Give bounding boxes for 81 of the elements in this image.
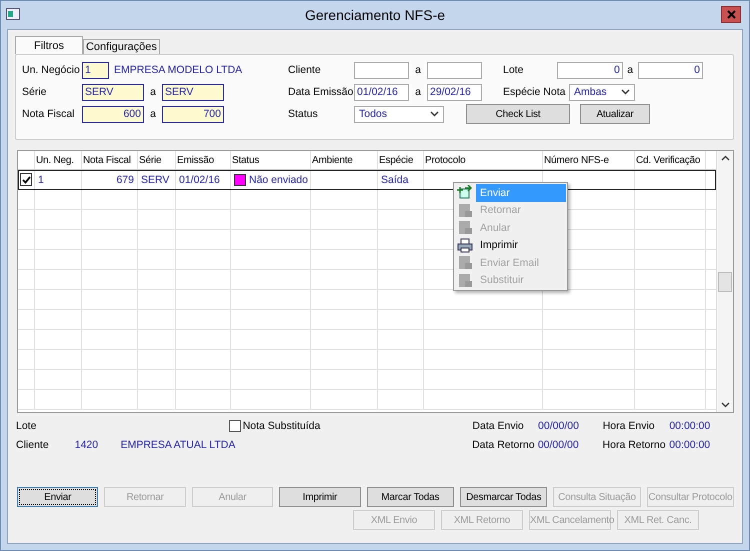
table-cell: SERV [141, 174, 170, 186]
document-icon [457, 220, 473, 236]
field-label: Nota Fiscal [22, 108, 76, 120]
dropdown[interactable]: Ambas [569, 84, 635, 100]
checkbox[interactable] [20, 173, 32, 186]
close-button[interactable] [721, 6, 741, 23]
column-header[interactable]: Protocolo [424, 151, 543, 169]
table-cell: 679 [116, 174, 134, 186]
action-button[interactable]: Atualizar [580, 104, 650, 124]
action-button[interactable]: Imprimir [279, 487, 361, 507]
range-separator: a [414, 86, 422, 98]
printer-icon [457, 238, 473, 253]
tab[interactable]: Filtros [15, 36, 83, 54]
action-button[interactable]: Enviar [17, 487, 98, 507]
field-label: Série [22, 86, 48, 98]
checkbox[interactable] [228, 420, 241, 432]
scrollbar[interactable] [716, 151, 733, 412]
scroll-thumb[interactable] [718, 272, 732, 292]
column-header[interactable]: Cd. Verificação [635, 151, 706, 169]
input-field[interactable] [427, 62, 482, 78]
field-value: 00/00/00 [538, 420, 580, 432]
table-cell: Saída [381, 174, 408, 186]
field-label: Un. Negócio [22, 64, 81, 76]
window-icon [6, 8, 20, 20]
field-label: Data Emissão [288, 86, 354, 98]
field-value: 00:00:00 [669, 438, 712, 450]
input-field[interactable]: 600 [82, 106, 144, 122]
field-label: Hora Envio [602, 420, 656, 432]
input-field[interactable]: 700 [162, 106, 224, 122]
close-icon [726, 10, 736, 19]
field-value: 00:00:00 [669, 420, 712, 432]
table-cell: Não enviado [249, 174, 308, 186]
company-name: EMPRESA MODELO LTDA [114, 64, 242, 76]
field-label: Hora Retorno [602, 438, 667, 450]
action-button[interactable]: Marcar Todas [366, 487, 454, 507]
range-separator: a [626, 64, 634, 76]
column-header[interactable]: Série [138, 151, 176, 169]
action-button[interactable]: Desmarcar Todas [460, 487, 548, 507]
input-field[interactable]: 29/02/16 [427, 84, 482, 100]
input-field[interactable]: SERV [162, 84, 224, 100]
document-icon [457, 272, 473, 288]
input-field[interactable]: 0 [638, 62, 704, 78]
field-label: Lote [16, 420, 38, 432]
field-label: Status [288, 108, 319, 120]
range-separator: a [414, 64, 422, 76]
company-name: EMPRESA ATUAL LTDA [120, 438, 236, 450]
column-header[interactable]: Un. Neg. [35, 151, 82, 169]
column-header[interactable]: Nota Fiscal [82, 151, 138, 169]
column-header[interactable]: Emissão [176, 151, 231, 169]
field-label: Cliente [16, 438, 50, 450]
column-header[interactable]: Status [231, 151, 311, 169]
field-label: Data Envio [472, 420, 525, 432]
table-cell: 01/02/16 [179, 174, 220, 186]
input-field[interactable]: 1 [82, 62, 109, 78]
field-label: Cliente [288, 64, 322, 76]
window-title: Gerenciamento NFS-e [304, 7, 446, 23]
chevron-icon [430, 111, 439, 117]
action-button[interactable]: Check List [466, 104, 570, 124]
input-field[interactable]: 0 [557, 62, 623, 78]
menu-item[interactable]: Imprimir [476, 236, 566, 254]
range-separator: a [149, 86, 157, 98]
checkbox-label: Nota Substituída [242, 420, 320, 432]
field-value: 1420 [74, 438, 100, 450]
range-separator: a [149, 108, 157, 120]
field-label: Lote [503, 64, 524, 76]
document-icon [457, 255, 473, 270]
send-icon [457, 185, 473, 200]
field-value: 00/00/00 [538, 438, 580, 450]
field-label: Espécie Nota [503, 86, 566, 98]
input-field[interactable]: 01/02/16 [354, 84, 409, 100]
chevron-icon [621, 89, 630, 95]
table-cell: 1 [38, 174, 44, 186]
field-label: Data Retorno [472, 438, 536, 450]
tab[interactable]: Configurações [82, 39, 160, 54]
document-icon [457, 202, 473, 218]
input-field[interactable] [354, 62, 409, 78]
input-field[interactable]: SERV [82, 84, 144, 100]
dropdown[interactable]: Todos [354, 106, 444, 122]
column-header[interactable]: Número NFS-e [543, 151, 635, 169]
column-header[interactable]: Ambiente [311, 151, 378, 169]
column-header[interactable]: Espécie [378, 151, 424, 169]
